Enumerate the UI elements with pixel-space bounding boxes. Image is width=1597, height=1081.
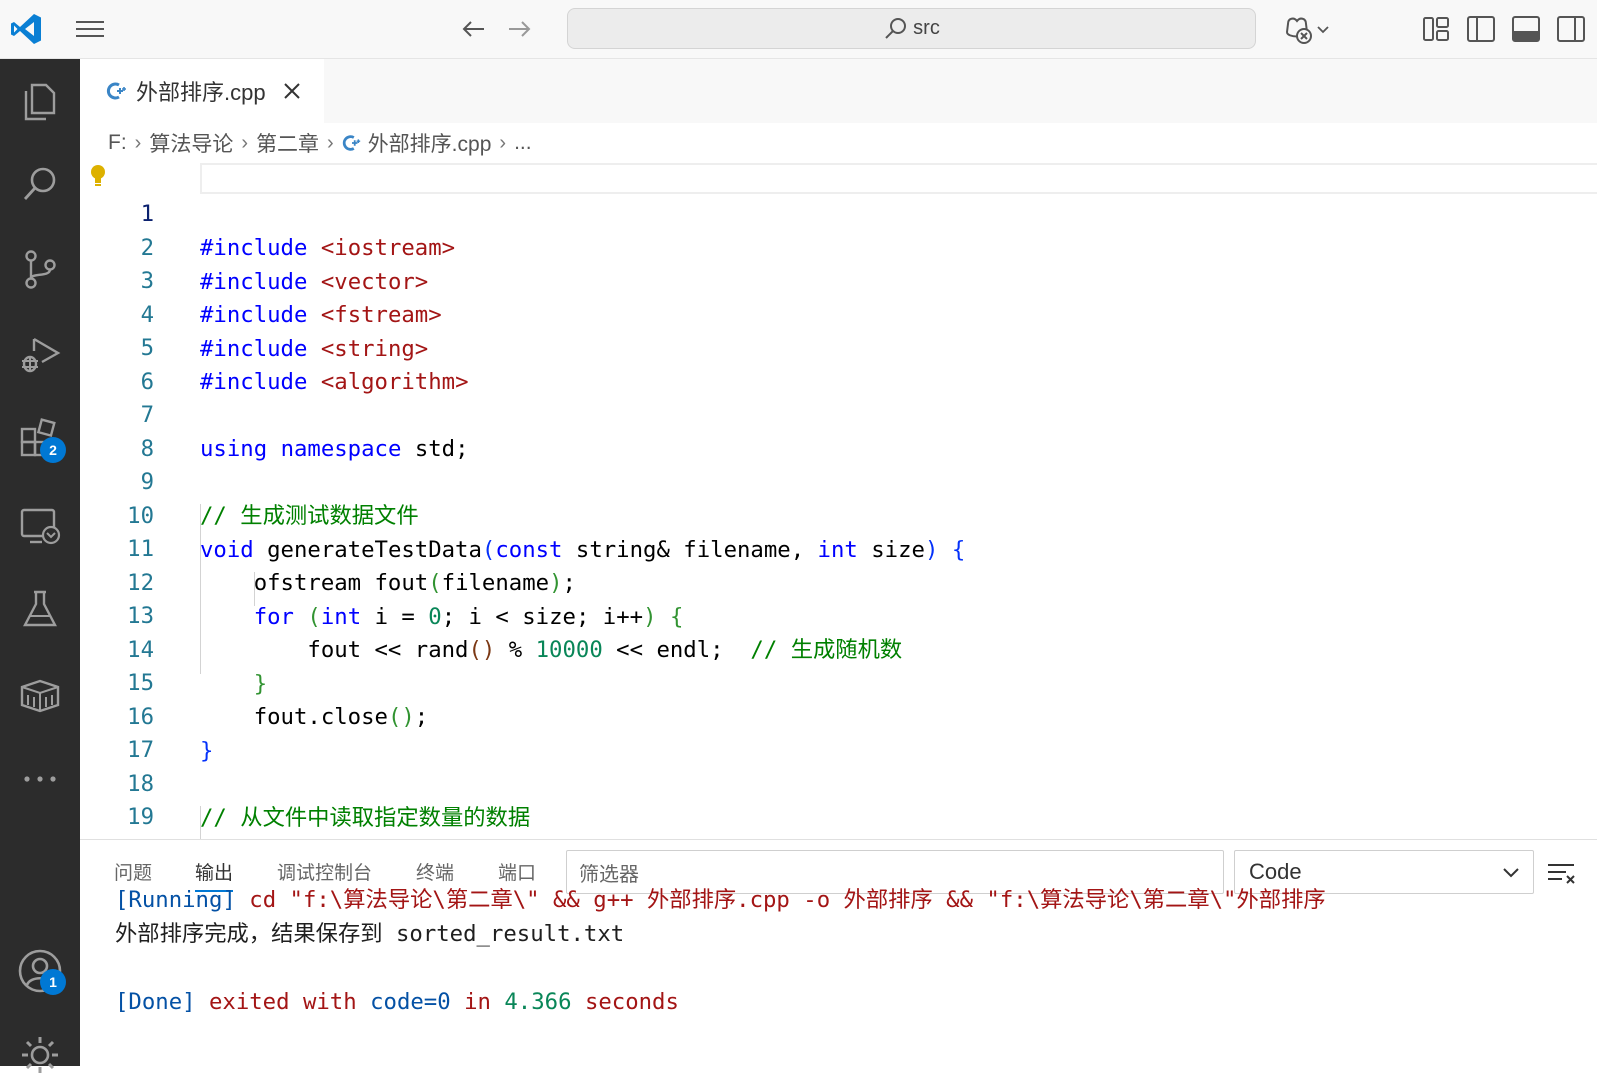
toggle-secondary-sidebar-icon[interactable] <box>1555 13 1587 45</box>
done-text: exited with <box>208 989 357 1015</box>
search-icon <box>23 167 56 200</box>
accounts-button[interactable]: 1 <box>14 945 66 997</box>
remote-explorer-button[interactable] <box>14 500 66 552</box>
code-line: 5 #include <algorithm> <box>80 297 1597 395</box>
vscode-logo-icon[interactable] <box>8 11 44 47</box>
code-line: 10 void generateTestData(const string& f… <box>80 465 1597 563</box>
breadcrumb-symbols[interactable]: ... <box>514 131 532 155</box>
breadcrumb: F: › 算法导论 › 第二章 › 外部排序.cpp › ... <box>80 123 1597 163</box>
toggle-panel-icon[interactable] <box>1510 13 1542 45</box>
output-line-result: 外部排序完成，结果保存到 sorted_result.txt <box>115 921 625 947</box>
cpp-file-icon <box>106 82 126 100</box>
list-filter-icon[interactable] <box>1546 858 1576 888</box>
run-debug-icon <box>22 337 61 373</box>
exit-code: code=0 <box>370 989 451 1015</box>
code-line: 17 <box>80 699 1597 763</box>
close-icon[interactable] <box>280 79 304 103</box>
output-line-done: [Done] exited with code=0 in 4.366 secon… <box>115 985 679 1019</box>
code-line: 8 <box>80 398 1597 462</box>
code-line: 9 // 生成测试数据文件 <box>80 431 1597 529</box>
code-line: 3 #include <fstream> <box>80 230 1597 328</box>
gear-icon <box>22 1037 58 1073</box>
title-bar: src <box>0 0 1597 59</box>
code-line: 1 #include <iostream> <box>80 163 1597 261</box>
running-tag: [Running] <box>115 887 236 913</box>
channel-value: Code <box>1249 859 1302 884</box>
flask-icon <box>23 590 57 627</box>
activity-bar: 2 1 <box>0 59 80 1073</box>
code-editor[interactable]: 1 #include <iostream> 2 #include <vector… <box>80 163 1597 839</box>
explorer-button[interactable] <box>14 75 66 127</box>
done-text: seconds <box>584 989 679 1015</box>
menu-icon[interactable] <box>74 15 106 43</box>
search-button[interactable] <box>14 158 66 210</box>
done-text: in <box>464 989 491 1015</box>
code-line: 19 vector<int> readChunk(const string& f… <box>80 766 1597 839</box>
copilot-icon <box>1285 17 1312 44</box>
containers-button[interactable] <box>14 669 66 721</box>
chevron-right-icon: › <box>241 131 249 154</box>
more-views-button[interactable] <box>14 753 66 805</box>
code-line: 16 } <box>80 666 1597 764</box>
source-control-icon <box>25 250 56 289</box>
code-line: 11 ofstream fout(filename); <box>80 498 1597 596</box>
testing-button[interactable] <box>14 583 66 635</box>
cpp-file-icon <box>342 135 360 151</box>
manage-button[interactable] <box>14 1029 66 1081</box>
ellipsis-icon <box>24 776 56 782</box>
breadcrumb-folder-chapter[interactable]: 第二章 <box>256 128 319 158</box>
code-line: 6 <box>80 331 1597 395</box>
code-line: 2 #include <vector> <box>80 197 1597 295</box>
editor-tabs: 外部排序.cpp <box>80 59 1597 123</box>
breadcrumb-drive[interactable]: F: <box>108 131 127 155</box>
chevron-right-icon: › <box>499 131 507 154</box>
container-icon <box>20 679 60 713</box>
search-text: src <box>913 17 940 39</box>
chevron-down-icon <box>1503 868 1519 878</box>
code-line: 4 #include <string> <box>80 264 1597 362</box>
chevron-down-icon <box>1317 26 1329 34</box>
breadcrumb-folder-algorithms[interactable]: 算法导论 <box>149 128 233 158</box>
copilot-button[interactable] <box>1280 12 1336 46</box>
toggle-primary-sidebar-icon[interactable] <box>1465 13 1497 45</box>
done-tag: [Done] <box>115 989 196 1015</box>
bottom-panel: 问题 输出 调试控制台 终端 端口 筛选器 Code [Running] cd … <box>80 839 1597 1066</box>
running-command: cd "f:\算法导论\第二章\" && g++ 外部排序.cpp -o 外部排… <box>249 887 1326 913</box>
chevron-right-icon: › <box>327 131 334 154</box>
code-line: 12 for (int i = 0; i < size; i++) { <box>80 532 1597 630</box>
search-icon <box>885 17 907 39</box>
code-line: 13 fout << rand() % 10000 << endl; // 生成… <box>80 565 1597 663</box>
command-center-search[interactable]: src <box>567 8 1256 49</box>
code-line: 7 using namespace std; <box>80 364 1597 462</box>
run-and-debug-button[interactable] <box>14 327 66 379</box>
extensions-badge: 2 <box>40 437 66 463</box>
breadcrumb-file[interactable]: 外部排序.cpp <box>368 128 492 158</box>
elapsed-seconds: 4.366 <box>504 989 572 1015</box>
customize-layout-icon[interactable] <box>1420 13 1452 45</box>
files-icon <box>24 83 56 121</box>
tab-external-sort-cpp[interactable]: 外部排序.cpp <box>80 59 324 123</box>
output-line-running: [Running] cd "f:\算法导论\第二章\" && g++ 外部排序.… <box>115 883 1326 917</box>
chevron-right-icon: › <box>134 131 142 154</box>
code-line: 18 // 从文件中读取指定数量的数据 <box>80 733 1597 831</box>
code-line: 14 } <box>80 599 1597 697</box>
code-line: 20 vector<int> chunk; <box>80 800 1597 839</box>
tab-label: 外部排序.cpp <box>136 80 266 105</box>
arrow-left-icon[interactable] <box>458 14 490 44</box>
accounts-badge: 1 <box>40 969 66 995</box>
remote-explorer-icon <box>20 508 61 545</box>
source-control-button[interactable] <box>14 243 66 295</box>
extensions-button[interactable]: 2 <box>14 413 66 465</box>
code-line: 15 fout.close(); <box>80 632 1597 730</box>
arrow-right-icon[interactable] <box>503 14 535 44</box>
